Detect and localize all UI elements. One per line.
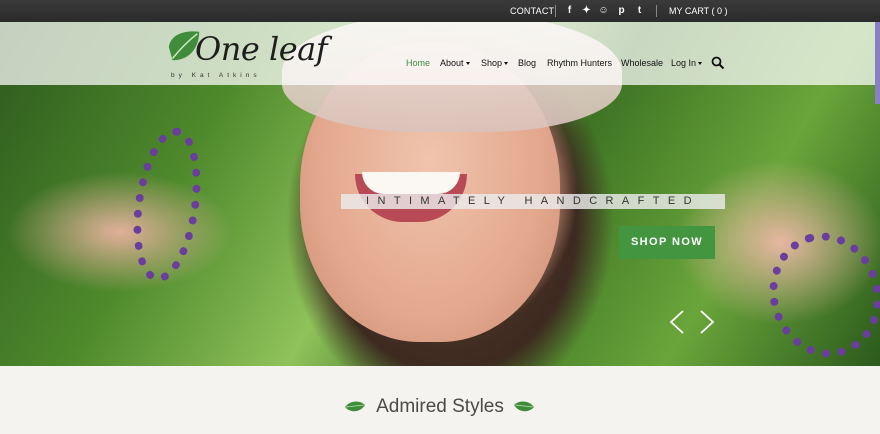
nav-login-label: Log In bbox=[671, 58, 697, 68]
logo-byline: by Kat Atkins bbox=[171, 72, 261, 79]
admired-styles-section: Admired Styles bbox=[0, 366, 880, 434]
logo-wordmark: One leaf bbox=[195, 30, 328, 68]
tumblr-icon[interactable]: t bbox=[633, 3, 646, 18]
page-scrollbar[interactable] bbox=[875, 22, 880, 104]
bracelet-image bbox=[755, 219, 880, 366]
facebook-icon[interactable]: f bbox=[563, 3, 576, 18]
nav-shop[interactable]: Shop bbox=[481, 58, 509, 68]
hero-teeth bbox=[362, 172, 460, 194]
shop-now-button[interactable]: SHOP NOW bbox=[619, 226, 715, 259]
bracelet-image bbox=[124, 123, 210, 287]
cart-link[interactable]: MY CART ( 0 ) bbox=[669, 6, 728, 16]
nav-about[interactable]: About bbox=[440, 58, 470, 68]
search-icon[interactable] bbox=[711, 56, 725, 70]
slider-next-arrow-icon[interactable] bbox=[698, 309, 716, 335]
nav-blog[interactable]: Blog bbox=[518, 58, 536, 68]
nav-home[interactable]: Home bbox=[406, 58, 430, 68]
chevron-down-icon bbox=[698, 62, 703, 66]
section-title: Admired Styles bbox=[376, 396, 504, 417]
chevron-down-icon bbox=[504, 62, 509, 66]
contact-link[interactable]: CONTACT bbox=[510, 6, 554, 16]
nav-login[interactable]: Log In bbox=[671, 58, 703, 68]
main-header bbox=[0, 22, 880, 85]
divider bbox=[555, 5, 556, 17]
nav-shop-label: Shop bbox=[481, 58, 503, 68]
nav-about-label: About bbox=[440, 58, 464, 68]
nav-rhythm-hunters[interactable]: Rhythm Hunters bbox=[547, 58, 612, 68]
slider-prev-arrow-icon[interactable] bbox=[668, 309, 686, 335]
leaf-icon bbox=[514, 401, 534, 412]
twitter-icon[interactable]: ✦ bbox=[580, 3, 593, 18]
hero-tagline: INTIMATELY HANDCRAFTED bbox=[341, 194, 725, 209]
top-utility-bar: CONTACT f ✦ ☺ p t MY CART ( 0 ) bbox=[0, 0, 880, 22]
divider bbox=[656, 5, 657, 17]
nav-wholesale[interactable]: Wholesale bbox=[621, 58, 663, 68]
pinterest-icon[interactable]: p bbox=[615, 3, 628, 18]
etsy-icon[interactable]: ☺ bbox=[597, 3, 610, 18]
site-logo[interactable]: One leaf by Kat Atkins bbox=[165, 28, 330, 86]
chevron-down-icon bbox=[465, 62, 470, 66]
